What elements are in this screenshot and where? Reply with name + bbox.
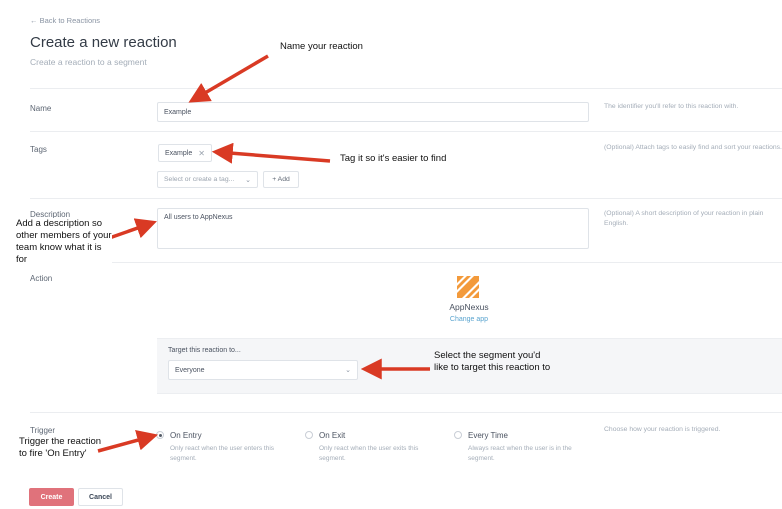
annotation-arrow-name <box>188 54 269 103</box>
annotation-arrows <box>94 54 430 453</box>
annotation-arrow-trigger <box>97 430 159 453</box>
annotation-arrow-tag <box>211 142 331 164</box>
annotation-segment: Select the segment you'd like to target … <box>434 350 551 373</box>
annotation-name: Name your reaction <box>280 41 363 52</box>
annotation-trigger: Trigger the reaction to fire 'On Entry' <box>19 436 102 459</box>
annotation-tag: Tag it so it's easier to find <box>340 153 447 164</box>
annotation-description: Add a description so other members of yo… <box>16 218 112 266</box>
